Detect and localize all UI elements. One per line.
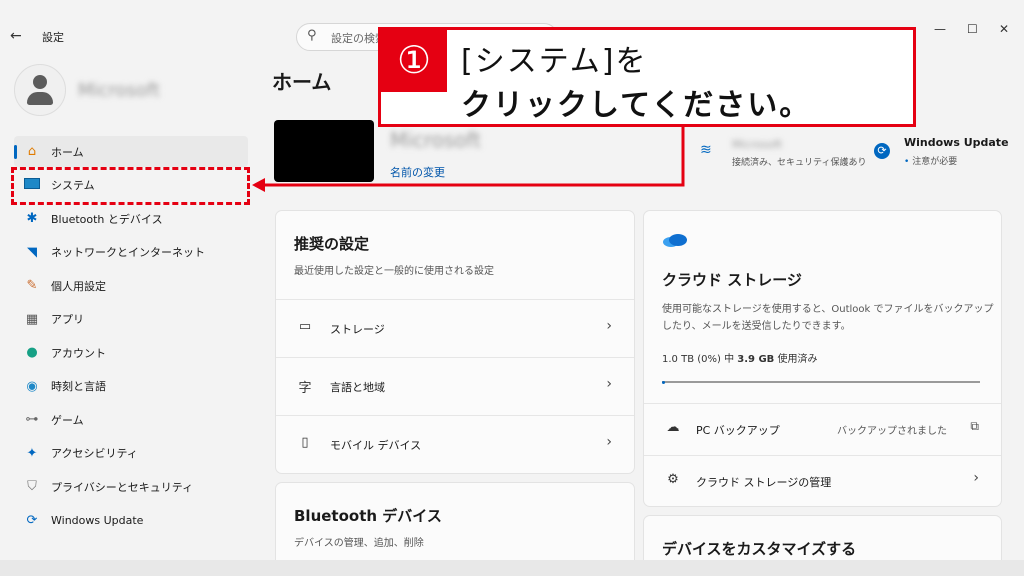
step-number: ① [381, 30, 447, 92]
network-name[interactable]: Microsoft [732, 138, 782, 151]
storage-icon: ▭ [298, 319, 312, 334]
cloud-storage-title: クラウド ストレージ [662, 271, 802, 289]
sidebar-item-label: アプリ [51, 313, 84, 326]
globe-clock-icon: ◉ [26, 378, 38, 394]
row-label: ストレージ [330, 323, 385, 336]
accessibility-icon: ✦ [26, 445, 38, 461]
maximize-icon[interactable]: ☐ [967, 22, 978, 36]
update-status: • 注意が必要 [904, 157, 958, 167]
recommended-card: 推奨の設定 最近使用した設定と一般的に使用される設定 ▭ ストレージ › 字 言… [275, 210, 635, 474]
brush-icon: ✎ [26, 278, 38, 293]
row-label: モバイル デバイス [330, 439, 422, 452]
row-label: 言語と地域 [330, 381, 385, 394]
row-label: PC バックアップ [696, 424, 780, 437]
wifi-icon: ≋ [700, 142, 712, 158]
recommended-title: 推奨の設定 [294, 235, 370, 253]
chevron-right-icon: › [973, 470, 979, 486]
storage-progress-bar [662, 380, 980, 384]
bluetooth-card: Bluetooth デバイス デバイスの管理、追加、削除 [275, 482, 635, 560]
system-highlight-box [11, 167, 250, 205]
callout-line2: クリックしてください。 [461, 88, 812, 123]
usage-amount: 3.9 GB [737, 354, 775, 365]
sidebar-item-gaming[interactable]: ⊶ ゲーム [14, 404, 248, 435]
bluetooth-card-description: デバイスの管理、追加、削除 [294, 538, 424, 549]
page-title: ホーム [272, 70, 332, 94]
sidebar-item-accessibility[interactable]: ✦ アクセシビリティ [14, 438, 248, 469]
instruction-callout: ① [システム]を クリックしてください。 [378, 27, 916, 127]
sidebar-item-windows-update[interactable]: ⟳ Windows Update [14, 505, 248, 536]
row-label: クラウド ストレージの管理 [696, 476, 832, 489]
chevron-right-icon: › [606, 318, 612, 334]
sidebar-item-label: 個人用設定 [51, 279, 106, 293]
sidebar-item-label: ネットワークとインターネット [51, 246, 205, 259]
manage-cloud-storage-row[interactable]: ⚙ クラウド ストレージの管理 › [644, 455, 1001, 506]
sidebar-item-label: プライバシーとセキュリティ [51, 480, 194, 494]
bluetooth-card-title: Bluetooth デバイス [294, 507, 442, 525]
sidebar-item-bluetooth[interactable]: ✱ Bluetooth とデバイス [14, 203, 248, 234]
bluetooth-icon: ✱ [26, 211, 38, 226]
storage-progress-fill [662, 380, 665, 384]
search-icon: ⚲ [307, 28, 317, 43]
sidebar-item-network[interactable]: ◥ ネットワークとインターネット [14, 237, 248, 268]
sidebar-item-label: ゲーム [51, 413, 84, 427]
cloud-icon [663, 234, 687, 247]
gamepad-icon: ⊶ [25, 412, 39, 427]
sidebar-item-time-language[interactable]: ◉ 時刻と言語 [14, 371, 248, 402]
sidebar-item-home[interactable]: ⌂ ホーム [14, 136, 248, 167]
sidebar-item-privacy[interactable]: ⛉ プライバシーとセキュリティ [14, 471, 248, 502]
sidebar-item-label: 時刻と言語 [51, 380, 106, 393]
rename-link[interactable]: 名前の変更 [390, 164, 445, 180]
app-title: 設定 [42, 31, 64, 44]
language-region-row[interactable]: 字 言語と地域 › [276, 357, 634, 416]
language-icon: 字 [298, 381, 312, 396]
chevron-right-icon: › [606, 434, 612, 450]
mobile-devices-row[interactable]: ▯ モバイル デバイス › [276, 415, 634, 474]
usage-suffix: 使用済み [774, 354, 818, 365]
sidebar-item-label: Bluetooth とデバイス [51, 212, 163, 226]
update-title[interactable]: Windows Update [904, 136, 1009, 149]
account-icon: ● [26, 345, 38, 360]
sidebar-item-label: アクセシビリティ [51, 447, 138, 460]
customize-title: デバイスをカスタマイズする [662, 540, 857, 558]
gear-icon: ⚙ [667, 472, 679, 487]
backup-status: バックアップされました [837, 426, 947, 437]
shield-icon: ⛉ [27, 479, 37, 494]
sidebar-item-label: アカウント [51, 346, 106, 360]
customize-card: デバイスをカスタマイズする [643, 515, 1002, 560]
update-status-text: 注意が必要 [912, 157, 958, 167]
device-image [274, 120, 374, 182]
home-icon: ⌂ [27, 144, 37, 159]
callout-line1: [システム]を [461, 44, 648, 79]
cloud-description-line2: したり、メールを送受信したりできます。 [662, 321, 851, 332]
avatar[interactable] [14, 64, 66, 116]
wifi-icon: ◥ [27, 244, 37, 260]
cloud-storage-card: クラウド ストレージ 使用可能なストレージを使用すると、Outlook でファイ… [643, 210, 1002, 507]
profile-name: Microsoft [78, 80, 160, 101]
sync-icon: ⟳ [26, 512, 38, 528]
sidebar-item-personalization[interactable]: ✎ 個人用設定 [14, 270, 248, 301]
usage-prefix: 1.0 TB (0%) 中 [662, 354, 738, 365]
phone-icon: ▯ [301, 435, 309, 450]
cloud-sync-icon: ☁ [666, 420, 680, 435]
recommended-description: 最近使用した設定と一般的に使用される設定 [294, 266, 494, 277]
device-name: Microsoft [390, 128, 482, 152]
back-arrow-icon[interactable]: ← [10, 28, 22, 44]
storage-row[interactable]: ▭ ストレージ › [276, 299, 634, 358]
external-link-icon: ⧉ [970, 419, 979, 433]
sidebar-item-label: Windows Update [51, 513, 144, 527]
sidebar-item-accounts[interactable]: ● アカウント [14, 337, 248, 368]
sidebar-item-label: ホーム [51, 145, 84, 159]
pc-backup-row[interactable]: ☁ PC バックアップ バックアップされました ⧉ [644, 403, 1001, 454]
chevron-right-icon: › [606, 376, 612, 392]
sync-icon: ⟳ [874, 143, 890, 159]
minimize-icon[interactable]: — [934, 22, 946, 36]
cloud-description-line1: 使用可能なストレージを使用すると、Outlook でファイルをバックアップ [662, 304, 994, 315]
close-icon[interactable]: ✕ [999, 22, 1009, 36]
sidebar-item-apps[interactable]: ▦ アプリ [14, 304, 248, 335]
apps-icon: ▦ [25, 311, 39, 327]
network-status: 接続済み、セキュリティ保護あり [732, 158, 867, 168]
storage-usage: 1.0 TB (0%) 中 3.9 GB 使用済み [662, 351, 817, 368]
